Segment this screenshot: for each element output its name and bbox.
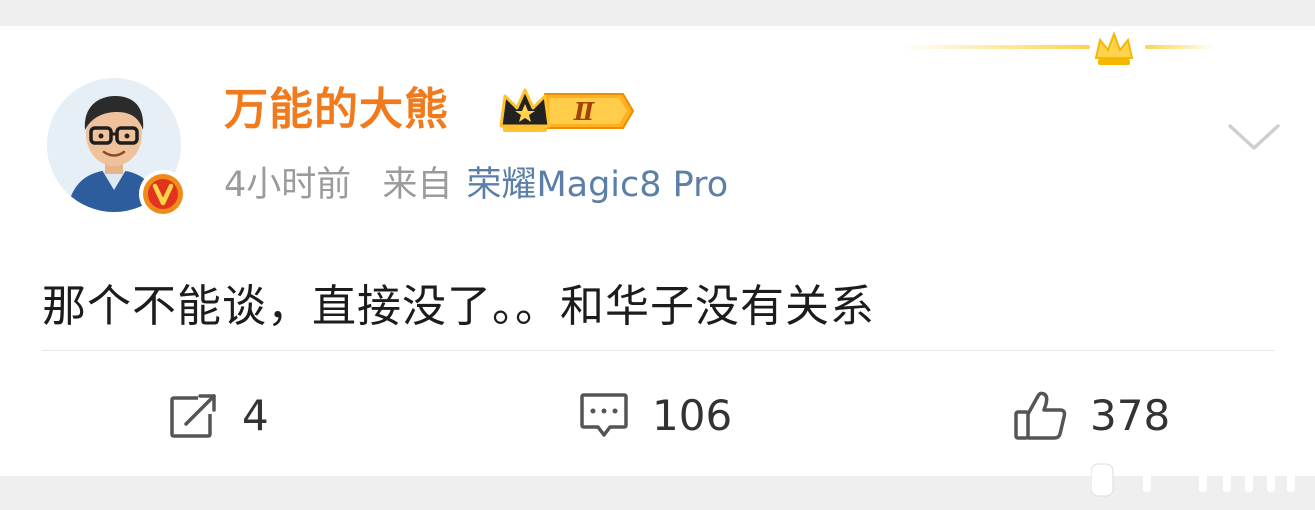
thumbs-up-icon — [1014, 391, 1067, 440]
crown-level-icon: Ⅱ — [499, 88, 635, 132]
verified-v-icon — [139, 170, 187, 218]
crown-decoration — [860, 26, 1220, 76]
divider — [42, 350, 1274, 351]
device-link[interactable]: 荣耀Magic8 Pro — [466, 165, 728, 205]
comment-count: 106 — [652, 391, 733, 440]
repost-button[interactable]: 4 — [168, 388, 269, 444]
chevron-down-icon[interactable] — [1226, 118, 1282, 158]
top-separator — [0, 0, 1315, 26]
member-level-badge[interactable]: Ⅱ — [497, 82, 637, 138]
like-button[interactable]: 378 — [1012, 388, 1170, 444]
scroll-indicator-icon — [1091, 463, 1295, 497]
like-count: 378 — [1090, 391, 1171, 440]
comment-button[interactable]: 106 — [578, 388, 732, 444]
source-prefix: 来自 — [382, 165, 453, 205]
post-text: 那个不能谈，直接没了。。和华子没有关系 — [42, 281, 875, 332]
post-card: 万能的大熊 Ⅱ 4小时前 来自 荣耀Magic8 Pro 那个不能谈，直接没了。。… — [0, 26, 1315, 476]
author-name[interactable]: 万能的大熊 — [224, 80, 449, 140]
level-badge-text: Ⅱ — [573, 97, 595, 126]
repost-count: 4 — [242, 391, 269, 440]
comment-icon — [580, 393, 628, 437]
crown-icon — [1094, 31, 1134, 65]
repost-icon — [170, 394, 216, 438]
post-time: 4小时前 — [224, 165, 352, 205]
post-meta: 4小时前 来自 荣耀Magic8 Pro — [224, 161, 748, 209]
